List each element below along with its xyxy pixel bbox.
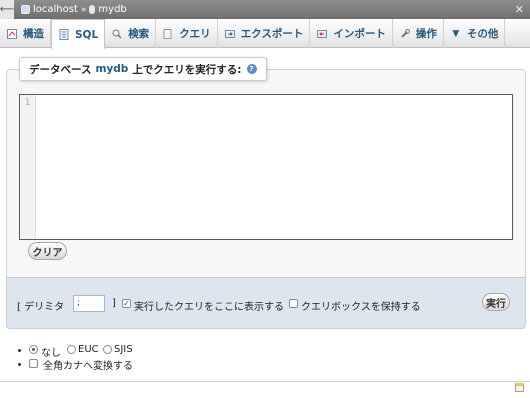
sql-icon [59, 29, 69, 40]
breadcrumb-database[interactable]: mydb [98, 4, 126, 15]
tab-label: クエリ [179, 28, 211, 40]
search-icon [112, 29, 122, 39]
tab-label: 操作 [415, 28, 437, 40]
server-icon [21, 5, 30, 14]
help-icon[interactable]: ? [246, 64, 257, 74]
radio-euc[interactable] [67, 345, 76, 354]
back-arrow-icon[interactable]: ⟵ [0, 0, 14, 19]
run-button[interactable]: 実行 [482, 293, 510, 311]
database-icon [89, 5, 96, 14]
list-bullet [18, 349, 21, 352]
tab-import[interactable]: インポート [310, 19, 393, 48]
tab-label: エクスポート [240, 28, 304, 40]
radio-sjis-label: SJIS [114, 344, 133, 355]
wrench-icon [400, 28, 410, 39]
tab-label: SQL [75, 28, 99, 41]
breadcrumb-server[interactable]: localhost [33, 4, 78, 15]
tab-export[interactable]: エクスポート [218, 19, 311, 48]
tab-bar: 構造 SQL 検索 クエリ エクスポート インポート 操作 ▼ その他 [0, 19, 530, 49]
legend-suffix: 上でクエリを実行する: [132, 63, 242, 76]
sql-editor[interactable]: 1 [19, 94, 513, 240]
breadcrumb-separator: » [80, 4, 87, 15]
delimiter-label: [ デリミタ [17, 302, 65, 313]
line-number: 1 [24, 98, 31, 108]
tab-structure[interactable]: 構造 [0, 19, 51, 48]
show-query-checkbox[interactable]: ✓ [122, 299, 131, 308]
tab-query[interactable]: クエリ [156, 19, 218, 48]
tab-label: その他 [466, 28, 499, 40]
sql-input[interactable] [37, 95, 512, 239]
radio-none[interactable] [29, 345, 38, 354]
clear-button[interactable]: クリア [28, 242, 67, 260]
radio-sjis[interactable] [103, 345, 112, 354]
tab-more[interactable]: ▼ その他 [444, 19, 506, 48]
query-icon [163, 28, 173, 39]
legend-db-name[interactable]: mydb [95, 63, 128, 75]
tab-label: 検索 [128, 28, 150, 40]
tab-sql[interactable]: SQL [51, 19, 106, 49]
chevron-down-icon: ▼ [452, 28, 460, 39]
structure-icon [7, 28, 17, 39]
show-query-label: 実行したクエリをここに表示する [134, 302, 284, 313]
delimiter-input[interactable]: ; [73, 295, 105, 312]
divider [0, 381, 530, 382]
keep-query-box-label: クエリボックスを保持する [301, 302, 421, 313]
kana-checkbox[interactable] [29, 359, 38, 368]
tab-search[interactable]: 検索 [105, 19, 157, 48]
breadcrumb-bar: ⟵ localhost » mydb ✕ [0, 0, 530, 19]
radio-euc-label: EUC [78, 344, 99, 355]
kana-label: 全角カナへ変換する [43, 361, 133, 372]
query-legend: データベース mydb 上でクエリを実行する: ? [19, 57, 267, 81]
import-icon [317, 29, 328, 39]
keep-query-box-checkbox[interactable] [289, 299, 298, 308]
tab-operations[interactable]: 操作 [393, 19, 444, 48]
tab-label: 構造 [23, 28, 44, 40]
delimiter-label-close: ] [112, 298, 116, 309]
line-number-gutter: 1 [20, 95, 36, 239]
list-bullet [18, 363, 21, 366]
legend-prefix: データベース [29, 63, 92, 76]
console-icon[interactable] [515, 383, 524, 392]
breadcrumb: localhost » mydb [21, 4, 127, 15]
export-icon [224, 29, 235, 39]
tab-label: インポート [333, 28, 386, 40]
collapse-icon[interactable]: ✕ [515, 3, 524, 16]
